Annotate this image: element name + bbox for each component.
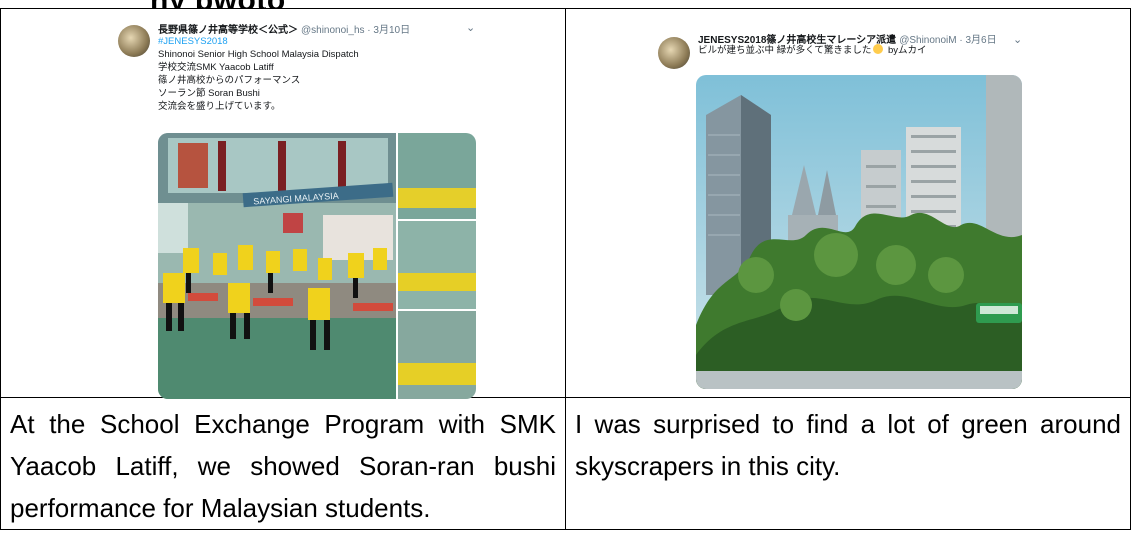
left-caption-cell: At the School Exchange Program with SMK … <box>0 397 566 530</box>
right-caption: I was surprised to find a lot of green a… <box>575 409 1121 481</box>
left-avatar <box>118 25 150 57</box>
city-skyscrapers-photo <box>696 75 1022 389</box>
smile-emoji-icon <box>873 44 884 54</box>
hashtag-link[interactable]: #JENESYS2018 <box>158 35 359 48</box>
tweet-line: Shinonoi Senior High School Malaysia Dis… <box>158 49 359 60</box>
right-tweet-photo[interactable] <box>696 75 1022 389</box>
tweet-line: ソーラン節 Soran Bushi <box>158 88 260 99</box>
tweet-line: ビルが建ち並ぶ中 緑が多くて驚きました <box>698 45 872 56</box>
chevron-down-icon[interactable]: ⌄ <box>466 21 475 34</box>
left-tweet-photo[interactable]: SAYANGI MALAYSIA <box>158 133 476 399</box>
right-tweet: JENESYS2018篠ノ井高校生マレーシア派遣 @ShinonoiM · 3月6… <box>658 29 1038 389</box>
tweet-line: 交流会を盛り上げています。 <box>158 101 281 112</box>
dance-performance-photo: SAYANGI MALAYSIA <box>158 133 476 399</box>
left-tweet: 長野県篠ノ井高等学校＜公式＞ @shinonoi_hs · 3月10日 ⌄ #JE… <box>118 17 478 399</box>
right-image-cell: JENESYS2018篠ノ井高校生マレーシア派遣 @ShinonoiM · 3月6… <box>565 8 1131 398</box>
tweet-line: 篠ノ井高校からのパフォーマンス <box>158 75 301 86</box>
left-image-cell: 長野県篠ノ井高等学校＜公式＞ @shinonoi_hs · 3月10日 ⌄ #JE… <box>0 8 566 399</box>
photo-table: 長野県篠ノ井高等学校＜公式＞ @shinonoi_hs · 3月10日 ⌄ #JE… <box>0 8 1131 530</box>
right-caption-cell: I was surprised to find a lot of green a… <box>565 397 1131 530</box>
right-avatar <box>658 37 690 69</box>
chevron-down-icon[interactable]: ⌄ <box>1013 33 1022 46</box>
left-caption: At the School Exchange Program with SMK … <box>10 409 556 523</box>
tweet-line: 学校交流SMK Yaacob Latiff <box>158 62 274 73</box>
tweet-line-signature: byムカイ <box>885 45 927 56</box>
